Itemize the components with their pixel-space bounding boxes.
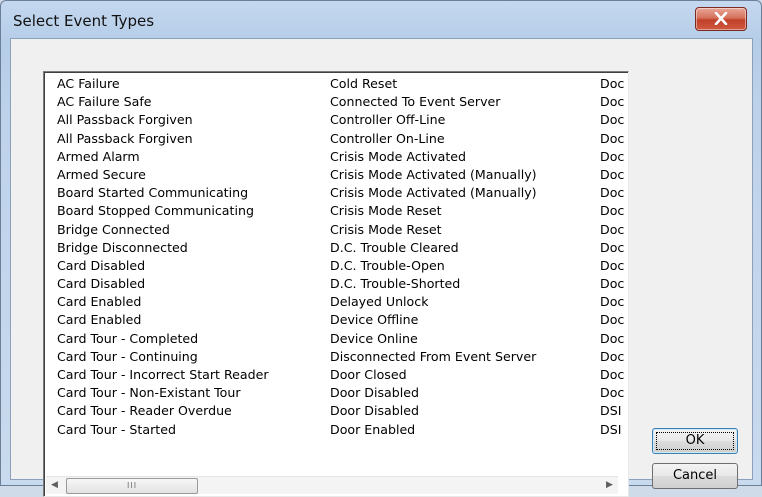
list-item[interactable]: Bridge Disconnected <box>55 239 310 257</box>
list-item[interactable]: Card Tour - Continuing <box>55 348 310 366</box>
list-item[interactable]: Doc <box>598 257 628 275</box>
list-item[interactable]: Doc <box>598 348 628 366</box>
list-column-2: Cold Reset Connected To Event Server Contr… <box>328 75 583 439</box>
list-item[interactable]: Door Disabled <box>328 402 583 420</box>
list-item[interactable]: Doc <box>598 239 628 257</box>
list-item[interactable]: Connected To Event Server <box>328 93 583 111</box>
list-item[interactable]: Bridge Connected <box>55 221 310 239</box>
list-item[interactable]: Doc <box>598 293 628 311</box>
list-item[interactable]: Card Enabled <box>55 311 310 329</box>
horizontal-scrollbar[interactable]: ◀ III ▶ <box>46 476 618 494</box>
close-button[interactable] <box>695 7 747 31</box>
list-item[interactable]: Armed Secure <box>55 166 310 184</box>
list-item[interactable]: D.C. Trouble Cleared <box>328 239 583 257</box>
list-item[interactable]: Door Disabled <box>328 384 583 402</box>
list-item[interactable]: Card Tour - Started <box>55 421 310 439</box>
ok-button[interactable]: OK <box>652 428 738 454</box>
list-item[interactable]: All Passback Forgiven <box>55 130 310 148</box>
list-item[interactable]: Card Tour - Completed <box>55 330 310 348</box>
select-event-types-dialog: Select Event Types AC Failure AC Failure … <box>0 0 762 497</box>
list-item[interactable]: Doc <box>598 184 628 202</box>
cancel-button[interactable]: Cancel <box>652 463 738 489</box>
list-item[interactable]: Doc <box>598 366 628 384</box>
list-item[interactable]: Board Started Communicating <box>55 184 310 202</box>
list-column-3: Doc Doc Doc Doc Doc Doc Doc Doc Doc Doc Doc Doc Doc D… <box>598 75 628 439</box>
list-item[interactable]: Card Enabled <box>55 293 310 311</box>
list-item[interactable]: Doc <box>598 130 628 148</box>
list-item[interactable]: Crisis Mode Activated (Manually) <box>328 184 583 202</box>
list-item[interactable]: Card Disabled <box>55 257 310 275</box>
list-item[interactable]: Card Tour - Incorrect Start Reader <box>55 366 310 384</box>
close-icon <box>714 12 728 25</box>
list-item[interactable]: Card Disabled <box>55 275 310 293</box>
list-item[interactable]: Door Closed <box>328 366 583 384</box>
list-item[interactable]: DSI <box>598 421 628 439</box>
list-item[interactable]: Doc <box>598 202 628 220</box>
dialog-client-area: AC Failure AC Failure Safe All Passback Fo… <box>10 38 753 497</box>
list-item[interactable]: Doc <box>598 93 628 111</box>
list-item[interactable]: Doc <box>598 75 628 93</box>
list-item[interactable]: DSI <box>598 402 628 420</box>
list-item[interactable]: Doc <box>598 311 628 329</box>
scrollbar-grip: III <box>127 481 138 490</box>
list-item[interactable]: Doc <box>598 221 628 239</box>
list-item[interactable]: Device Offline <box>328 311 583 329</box>
list-column-1: AC Failure AC Failure Safe All Passback Fo… <box>55 75 310 439</box>
ok-button-label: OK <box>685 433 705 448</box>
list-item[interactable]: Board Stopped Communicating <box>55 202 310 220</box>
list-item[interactable]: Delayed Unlock <box>328 293 583 311</box>
list-item[interactable]: Crisis Mode Activated <box>328 148 583 166</box>
list-item[interactable]: D.C. Trouble-Shorted <box>328 275 583 293</box>
list-item[interactable]: Controller Off-Line <box>328 111 583 129</box>
list-item[interactable]: Doc <box>598 275 628 293</box>
list-item[interactable]: Doc <box>598 148 628 166</box>
list-item[interactable]: Crisis Mode Activated (Manually) <box>328 166 583 184</box>
list-item[interactable]: D.C. Trouble-Open <box>328 257 583 275</box>
list-item[interactable]: Doc <box>598 166 628 184</box>
list-item[interactable]: Device Online <box>328 330 583 348</box>
list-item[interactable]: Crisis Mode Reset <box>328 221 583 239</box>
list-item[interactable]: Card Tour - Reader Overdue <box>55 402 310 420</box>
list-item[interactable]: Crisis Mode Reset <box>328 202 583 220</box>
list-item[interactable]: Door Enabled <box>328 421 583 439</box>
title-bar[interactable]: Select Event Types <box>1 1 761 39</box>
list-item[interactable]: AC Failure Safe <box>55 93 310 111</box>
list-item[interactable]: Disconnected From Event Server <box>328 348 583 366</box>
dialog-title: Select Event Types <box>13 12 155 30</box>
list-item[interactable]: Doc <box>598 330 628 348</box>
list-item[interactable]: All Passback Forgiven <box>55 111 310 129</box>
list-item[interactable]: AC Failure <box>55 75 310 93</box>
list-item[interactable]: Armed Alarm <box>55 148 310 166</box>
list-item[interactable]: Doc <box>598 111 628 129</box>
list-item[interactable]: Card Tour - Non-Existant Tour <box>55 384 310 402</box>
scrollbar-thumb[interactable]: III <box>66 478 198 494</box>
list-item[interactable]: Controller On-Line <box>328 130 583 148</box>
event-type-list[interactable]: AC Failure AC Failure Safe All Passback Fo… <box>43 71 629 497</box>
list-item[interactable]: Doc <box>598 384 628 402</box>
list-item[interactable]: Cold Reset <box>328 75 583 93</box>
cancel-button-label: Cancel <box>672 468 718 483</box>
